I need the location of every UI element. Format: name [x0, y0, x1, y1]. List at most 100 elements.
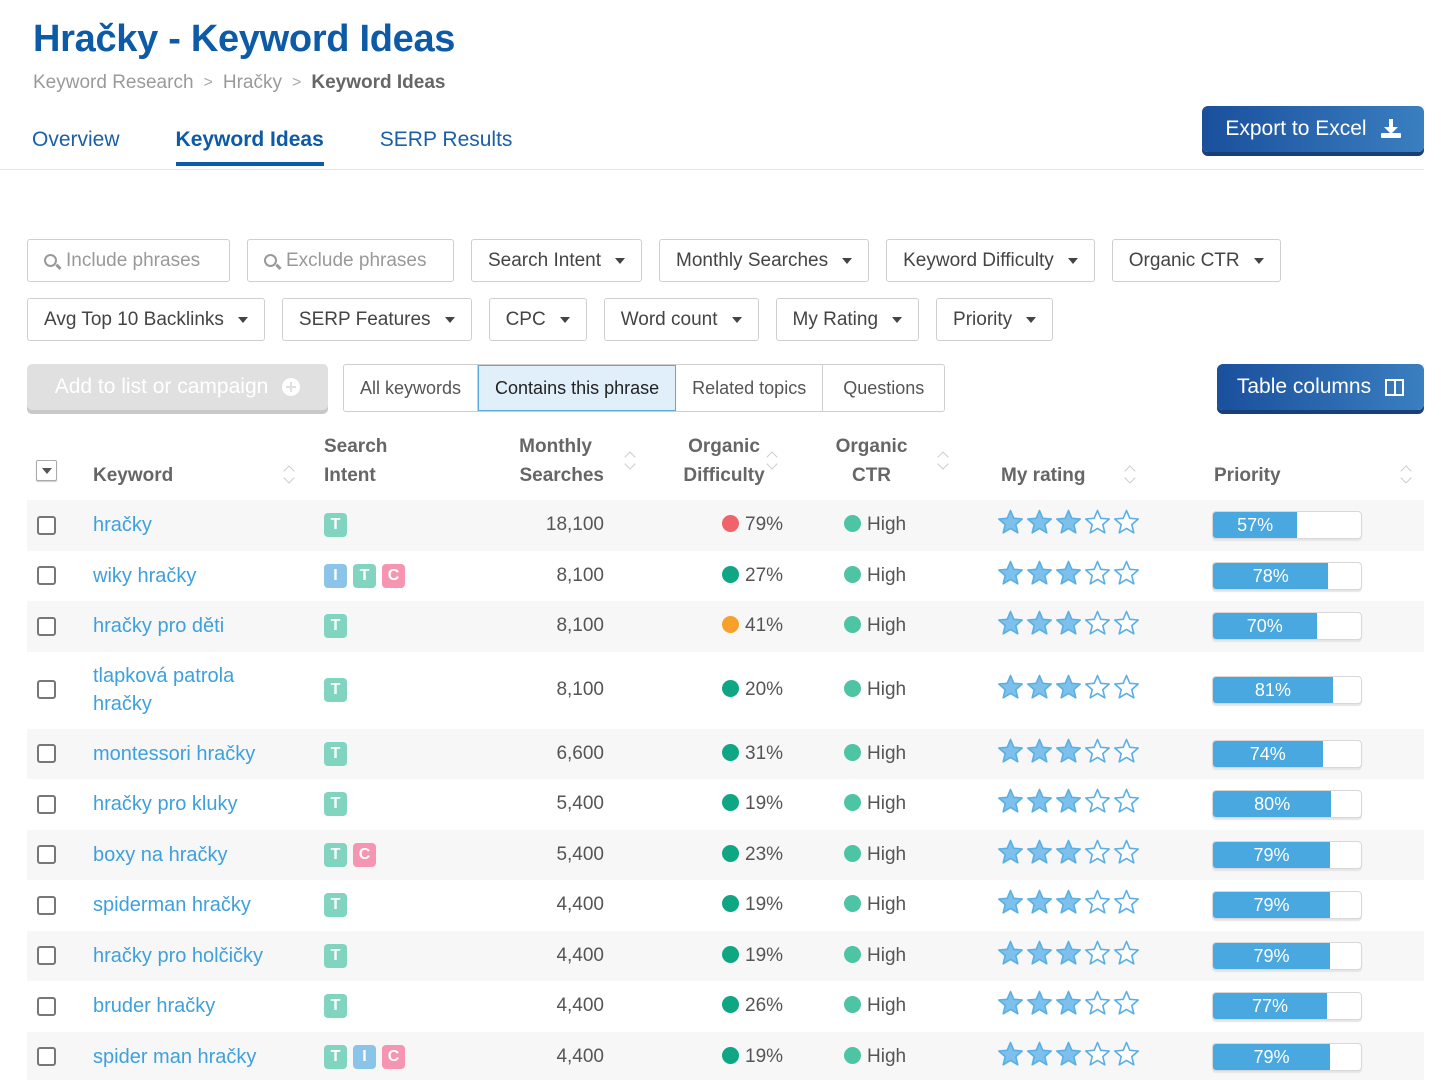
- row-checkbox[interactable]: [37, 1047, 56, 1067]
- segment-contains-this-phrase[interactable]: Contains this phrase: [478, 365, 677, 411]
- star-rating[interactable]: [997, 788, 1140, 814]
- filter-serp-features[interactable]: SERP Features: [281, 298, 472, 341]
- keyword-link[interactable]: hračky pro holčičky: [93, 945, 263, 967]
- star-filled-icon[interactable]: [1055, 990, 1082, 1016]
- star-filled-icon[interactable]: [1026, 990, 1053, 1016]
- filter-my-rating[interactable]: My Rating: [775, 298, 920, 341]
- select-all-dropdown[interactable]: [36, 460, 57, 481]
- star-empty-icon[interactable]: [1084, 560, 1111, 586]
- star-empty-icon[interactable]: [1084, 889, 1111, 915]
- star-empty-icon[interactable]: [1113, 990, 1140, 1016]
- keyword-link[interactable]: hračky pro kluky: [93, 793, 238, 815]
- filter-search-intent[interactable]: Search Intent: [471, 239, 643, 282]
- star-empty-icon[interactable]: [1084, 1041, 1111, 1067]
- table-columns-button[interactable]: Table columns: [1217, 364, 1424, 410]
- star-rating[interactable]: [997, 990, 1140, 1016]
- star-filled-icon[interactable]: [1026, 1041, 1053, 1067]
- star-rating[interactable]: [997, 560, 1140, 586]
- star-filled-icon[interactable]: [1055, 839, 1082, 865]
- row-checkbox[interactable]: [37, 845, 56, 865]
- add-to-list-button[interactable]: Add to list or campaign: [27, 364, 328, 410]
- star-filled-icon[interactable]: [997, 509, 1024, 535]
- tab-serp-results[interactable]: SERP Results: [380, 128, 513, 166]
- star-rating[interactable]: [997, 889, 1140, 915]
- column-keyword[interactable]: Keyword: [93, 428, 324, 500]
- row-checkbox[interactable]: [37, 794, 56, 814]
- filter-monthly-searches[interactable]: Monthly Searches: [659, 239, 870, 282]
- star-filled-icon[interactable]: [1026, 839, 1053, 865]
- column-organic-difficulty[interactable]: Organic Difficulty: [604, 428, 784, 500]
- filter-keyword-difficulty[interactable]: Keyword Difficulty: [886, 239, 1095, 282]
- breadcrumb-item-hracky[interactable]: Hračky: [223, 72, 282, 94]
- segment-related-topics[interactable]: Related topics: [676, 365, 824, 411]
- filter-priority[interactable]: Priority: [936, 298, 1054, 341]
- keyword-link[interactable]: spider man hračky: [93, 1046, 256, 1068]
- include-phrases-input[interactable]: Include phrases: [27, 239, 230, 282]
- star-filled-icon[interactable]: [1055, 889, 1082, 915]
- star-rating[interactable]: [997, 610, 1140, 636]
- star-filled-icon[interactable]: [997, 560, 1024, 586]
- star-filled-icon[interactable]: [1055, 674, 1082, 700]
- column-organic-ctr[interactable]: Organic CTR: [784, 428, 959, 500]
- star-empty-icon[interactable]: [1084, 990, 1111, 1016]
- star-filled-icon[interactable]: [1026, 674, 1053, 700]
- segment-questions[interactable]: Questions: [823, 365, 944, 411]
- column-monthly-searches[interactable]: Monthly Searches: [474, 428, 604, 500]
- star-filled-icon[interactable]: [1026, 738, 1053, 764]
- star-empty-icon[interactable]: [1084, 738, 1111, 764]
- star-empty-icon[interactable]: [1113, 560, 1140, 586]
- star-filled-icon[interactable]: [1055, 509, 1082, 535]
- star-filled-icon[interactable]: [1055, 560, 1082, 586]
- keyword-link[interactable]: tlapková patrola hračky: [93, 662, 273, 718]
- star-filled-icon[interactable]: [1055, 788, 1082, 814]
- keyword-link[interactable]: hračky: [93, 514, 152, 536]
- star-filled-icon[interactable]: [997, 674, 1024, 700]
- star-filled-icon[interactable]: [997, 788, 1024, 814]
- star-empty-icon[interactable]: [1113, 509, 1140, 535]
- filter-cpc[interactable]: CPC: [488, 298, 587, 341]
- filter-avg-top-10-backlinks[interactable]: Avg Top 10 Backlinks: [27, 298, 265, 341]
- star-filled-icon[interactable]: [997, 610, 1024, 636]
- keyword-link[interactable]: montessori hračky: [93, 743, 255, 765]
- star-filled-icon[interactable]: [997, 1041, 1024, 1067]
- star-empty-icon[interactable]: [1084, 674, 1111, 700]
- row-checkbox[interactable]: [37, 566, 56, 586]
- star-rating[interactable]: [997, 1041, 1140, 1067]
- star-filled-icon[interactable]: [1026, 560, 1053, 586]
- keyword-link[interactable]: boxy na hračky: [93, 844, 228, 866]
- export-to-excel-button[interactable]: Export to Excel: [1202, 106, 1424, 152]
- exclude-phrases-input[interactable]: Exclude phrases: [247, 239, 454, 282]
- segment-all-keywords[interactable]: All keywords: [344, 365, 479, 411]
- row-checkbox[interactable]: [37, 616, 56, 636]
- sort-icon[interactable]: [1400, 464, 1412, 486]
- sort-icon[interactable]: [283, 464, 295, 486]
- star-filled-icon[interactable]: [1026, 889, 1053, 915]
- row-checkbox[interactable]: [37, 946, 56, 966]
- star-empty-icon[interactable]: [1084, 788, 1111, 814]
- star-empty-icon[interactable]: [1113, 839, 1140, 865]
- star-filled-icon[interactable]: [1055, 738, 1082, 764]
- star-filled-icon[interactable]: [997, 940, 1024, 966]
- star-filled-icon[interactable]: [1026, 509, 1053, 535]
- sort-icon[interactable]: [766, 450, 778, 472]
- sort-icon[interactable]: [937, 450, 949, 472]
- star-rating[interactable]: [997, 940, 1140, 966]
- row-checkbox[interactable]: [37, 515, 56, 535]
- row-checkbox[interactable]: [37, 996, 56, 1016]
- star-filled-icon[interactable]: [997, 839, 1024, 865]
- filter-organic-ctr[interactable]: Organic CTR: [1111, 239, 1281, 282]
- star-filled-icon[interactable]: [1055, 1041, 1082, 1067]
- breadcrumb-item-keyword-research[interactable]: Keyword Research: [33, 72, 194, 94]
- star-empty-icon[interactable]: [1113, 889, 1140, 915]
- star-empty-icon[interactable]: [1084, 940, 1111, 966]
- keyword-link[interactable]: spiderman hračky: [93, 894, 251, 916]
- tab-keyword-ideas[interactable]: Keyword Ideas: [175, 128, 324, 166]
- column-priority[interactable]: Priority: [1184, 428, 1424, 500]
- star-filled-icon[interactable]: [1026, 788, 1053, 814]
- keyword-link[interactable]: bruder hračky: [93, 995, 215, 1017]
- star-rating[interactable]: [997, 839, 1140, 865]
- row-checkbox[interactable]: [37, 744, 56, 764]
- star-filled-icon[interactable]: [997, 738, 1024, 764]
- star-empty-icon[interactable]: [1113, 940, 1140, 966]
- row-checkbox[interactable]: [37, 895, 56, 915]
